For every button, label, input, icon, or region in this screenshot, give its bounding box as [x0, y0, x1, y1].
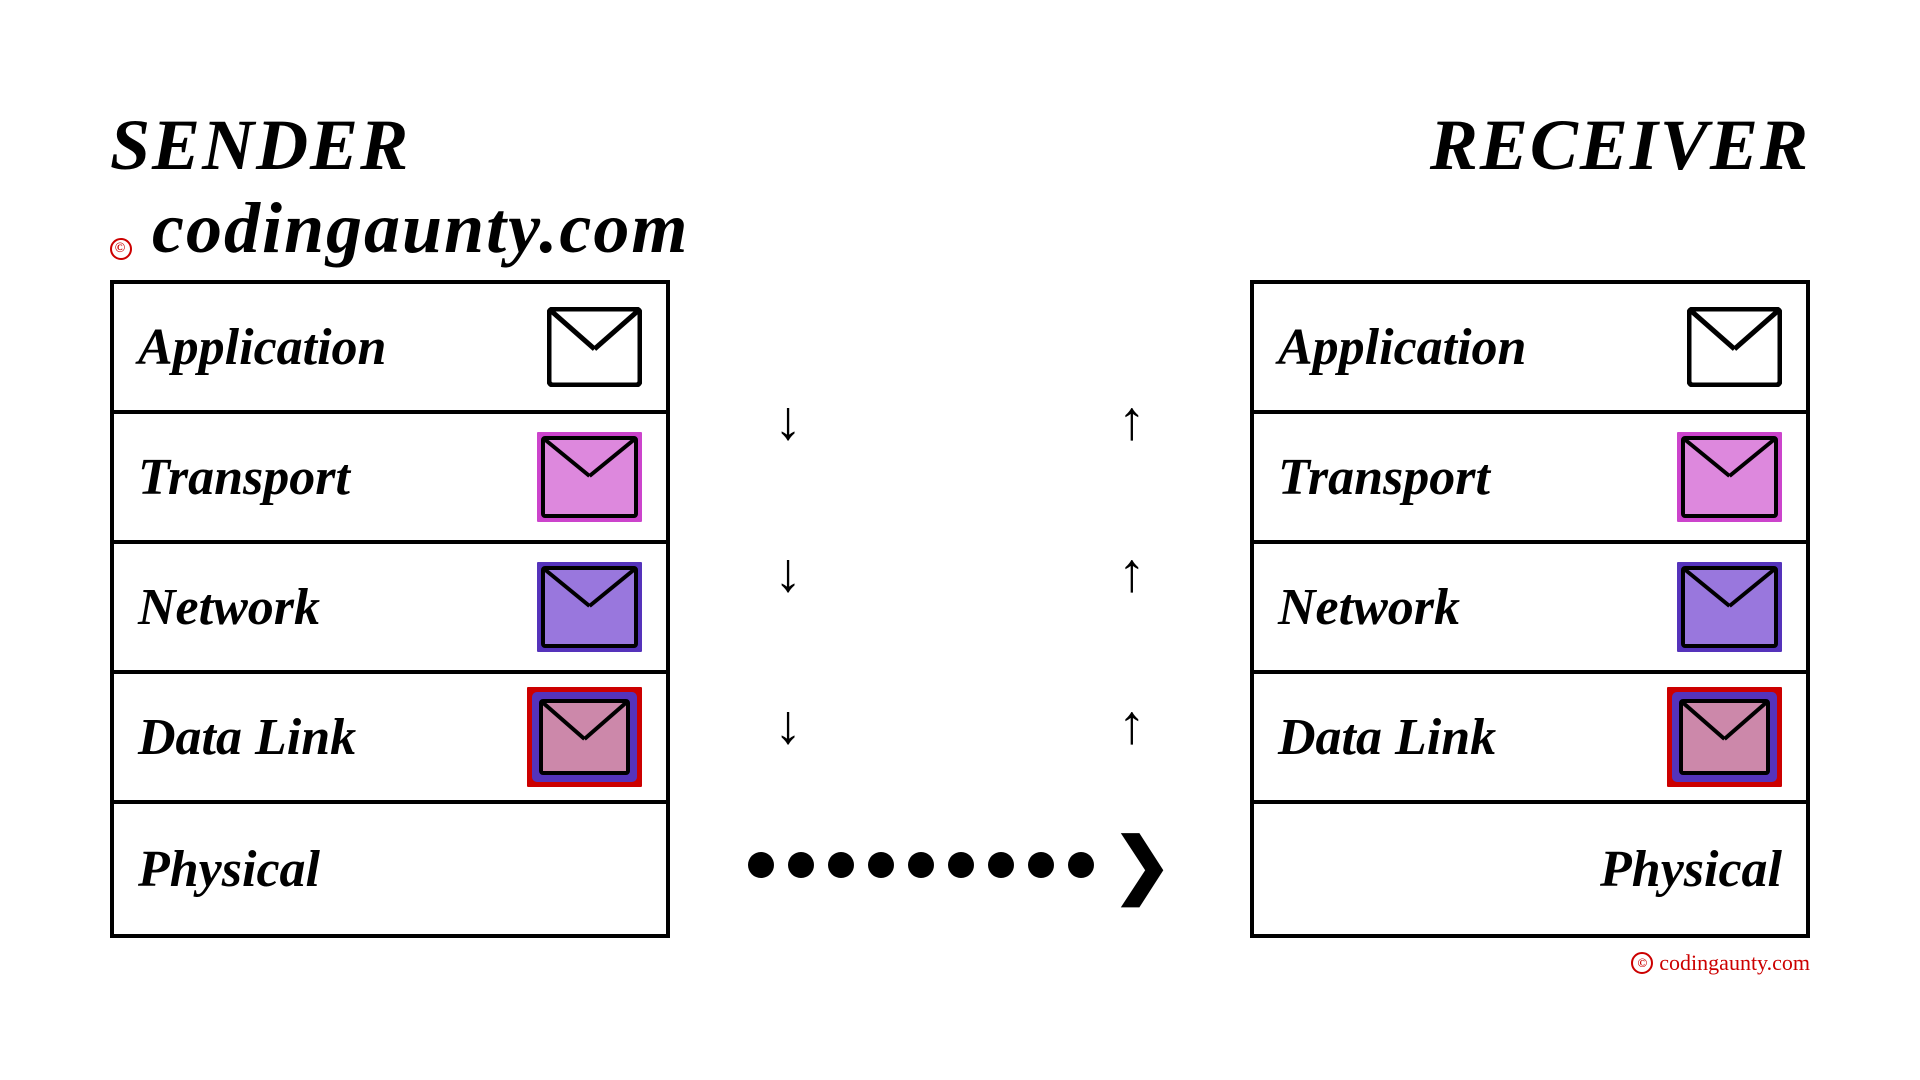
physical-dotted-row: ❯ — [670, 800, 1250, 930]
receiver-title: RECEIVER — [1430, 104, 1810, 187]
sender-physical-layer: Physical — [114, 804, 666, 934]
receiver-stack: Application Transport — [1250, 280, 1810, 938]
receiver-datalink-layer: Data Link — [1254, 674, 1806, 804]
down-arrows-col: ↓ ↓ ↓ — [774, 280, 802, 800]
receiver-copyright: © codingaunty.com — [1631, 950, 1810, 976]
arrow-down-1: ↓ — [774, 389, 802, 452]
sender-network-layer: Network — [114, 544, 666, 674]
arrow-right-large: ❯ — [1112, 829, 1172, 901]
receiver-transport-layer: Transport — [1254, 414, 1806, 544]
sender-datalink-layer: Data Link — [114, 674, 666, 804]
receiver-transport-label: Transport — [1278, 448, 1490, 507]
dot-6 — [948, 852, 974, 878]
headers-row: SENDER © codingaunty.com RECEIVER — [50, 104, 1870, 270]
sender-datalink-label: Data Link — [138, 708, 356, 767]
receiver-application-layer: Application — [1254, 284, 1806, 414]
receiver-copyright-block: © codingaunty.com — [50, 942, 1870, 976]
receiver-physical-layer: Physical — [1254, 804, 1806, 934]
sender-title: SENDER — [110, 104, 689, 187]
arrow-up-1: ↑ — [1118, 389, 1146, 452]
sender-network-label: Network — [138, 578, 320, 637]
receiver-transport-envelope — [1677, 432, 1782, 522]
arrow-down-2: ↓ — [774, 541, 802, 604]
sender-transport-layer: Transport — [114, 414, 666, 544]
receiver-application-label: Application — [1278, 318, 1526, 377]
diagram-area: Application Transport — [50, 280, 1870, 938]
arrows-area: ↓ ↓ ↓ ↑ ↑ ↑ — [670, 280, 1250, 800]
arrow-down-3: ↓ — [774, 693, 802, 756]
dot-2 — [788, 852, 814, 878]
sender-transport-label: Transport — [138, 448, 350, 507]
receiver-network-label: Network — [1278, 578, 1460, 637]
copyright-icon-receiver: © — [1631, 952, 1653, 974]
dot-1 — [748, 852, 774, 878]
sender-datalink-envelope — [527, 687, 642, 787]
receiver-application-envelope — [1687, 307, 1782, 387]
receiver-physical-label: Physical — [1600, 840, 1782, 899]
receiver-network-layer: Network — [1254, 544, 1806, 674]
dot-8 — [1028, 852, 1054, 878]
sender-application-envelope — [547, 307, 642, 387]
middle-arrows: ↓ ↓ ↓ ↑ ↑ ↑ — [670, 280, 1250, 930]
sender-stack: Application Transport — [110, 280, 670, 938]
up-arrows-col: ↑ ↑ ↑ — [1118, 280, 1146, 800]
receiver-datalink-envelope — [1667, 687, 1782, 787]
sender-transport-envelope — [537, 432, 642, 522]
sender-application-label: Application — [138, 318, 386, 377]
arrow-up-2: ↑ — [1118, 541, 1146, 604]
receiver-network-envelope — [1677, 562, 1782, 652]
sender-network-envelope — [537, 562, 642, 652]
dot-5 — [908, 852, 934, 878]
dot-3 — [828, 852, 854, 878]
dot-9 — [1068, 852, 1094, 878]
dot-7 — [988, 852, 1014, 878]
sender-copyright: © codingaunty.com — [110, 187, 689, 270]
sender-application-layer: Application — [114, 284, 666, 414]
main-container: SENDER © codingaunty.com RECEIVER Applic… — [50, 60, 1870, 1020]
dot-4 — [868, 852, 894, 878]
copyright-icon-sender: © — [110, 238, 132, 260]
sender-title-block: SENDER © codingaunty.com — [110, 104, 689, 270]
sender-physical-label: Physical — [138, 840, 320, 899]
receiver-title-block: RECEIVER — [1430, 104, 1810, 270]
receiver-datalink-label: Data Link — [1278, 708, 1496, 767]
arrow-up-3: ↑ — [1118, 693, 1146, 756]
